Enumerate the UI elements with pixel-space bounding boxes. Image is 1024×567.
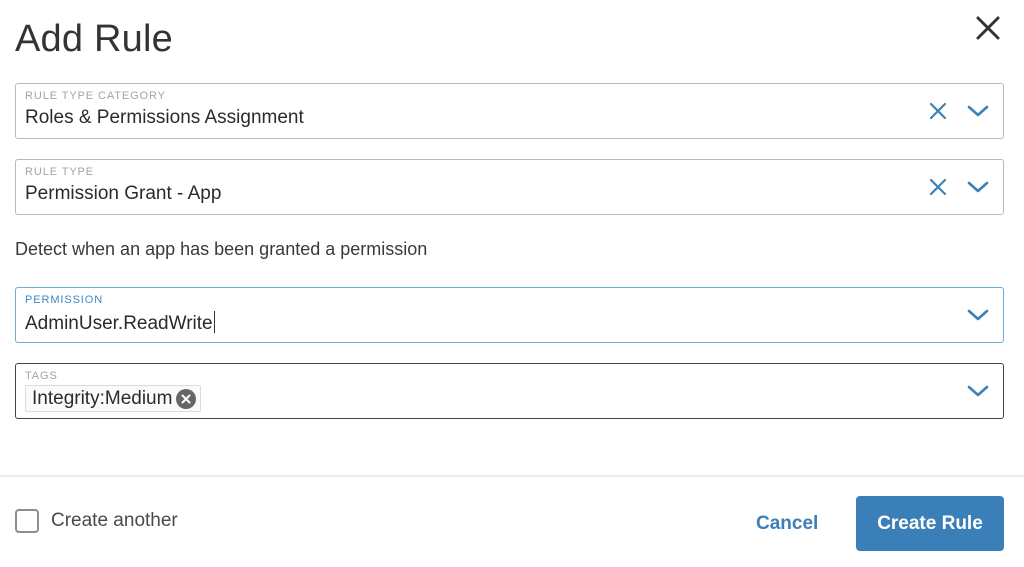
rule-type-dropdown-button[interactable] [965,174,991,200]
rule-type-value: Permission Grant - App [25,183,222,204]
create-another-checkbox-row[interactable]: Create another [15,509,178,533]
close-icon [976,16,1000,40]
remove-tag-icon [181,394,191,403]
permission-value: AdminUser.ReadWrite [25,313,213,334]
clear-rule-type-category-button[interactable] [925,98,951,124]
rule-description: Detect when an app has been granted a pe… [15,239,428,259]
rule-type-category-label: RULE TYPE CATEGORY [25,90,166,102]
text-caret [213,311,216,333]
tags-dropdown-button[interactable] [965,378,991,404]
rule-type-category-select[interactable]: RULE TYPE CATEGORY Roles & Permissions A… [15,83,1004,139]
create-another-label: Create another [51,510,178,531]
footer-divider [0,475,1024,477]
clear-icon [929,178,947,196]
rule-type-label: RULE TYPE [25,166,95,178]
tag-chip-label: Integrity:Medium [32,387,173,409]
add-rule-dialog: Add Rule RULE TYPE CATEGORY Roles & Perm… [0,0,1024,567]
rule-type-category-dropdown-button[interactable] [965,98,991,124]
create-another-checkbox[interactable] [15,509,39,533]
clear-icon [929,102,947,120]
remove-tag-button[interactable] [176,388,197,409]
cancel-button[interactable]: Cancel [748,507,826,541]
chevron-down-icon [967,385,989,397]
permission-input[interactable]: AdminUser.ReadWrite [25,311,216,335]
dialog-title: Add Rule [15,18,173,60]
tags-label: TAGS [25,370,58,382]
permission-select[interactable]: PERMISSION AdminUser.ReadWrite [15,287,1004,343]
rule-type-category-value: Roles & Permissions Assignment [25,107,304,128]
chevron-down-icon [967,309,989,321]
create-rule-button[interactable]: Create Rule [856,496,1004,551]
tags-select[interactable]: TAGS Integrity:Medium [15,363,1004,419]
permission-dropdown-button[interactable] [965,302,991,328]
tag-chip: Integrity:Medium [25,385,202,412]
clear-rule-type-button[interactable] [925,174,951,200]
chevron-down-icon [967,105,989,117]
permission-label: PERMISSION [25,294,104,306]
rule-type-select[interactable]: RULE TYPE Permission Grant - App [15,159,1004,215]
close-button[interactable] [972,12,1004,44]
chevron-down-icon [967,181,989,193]
